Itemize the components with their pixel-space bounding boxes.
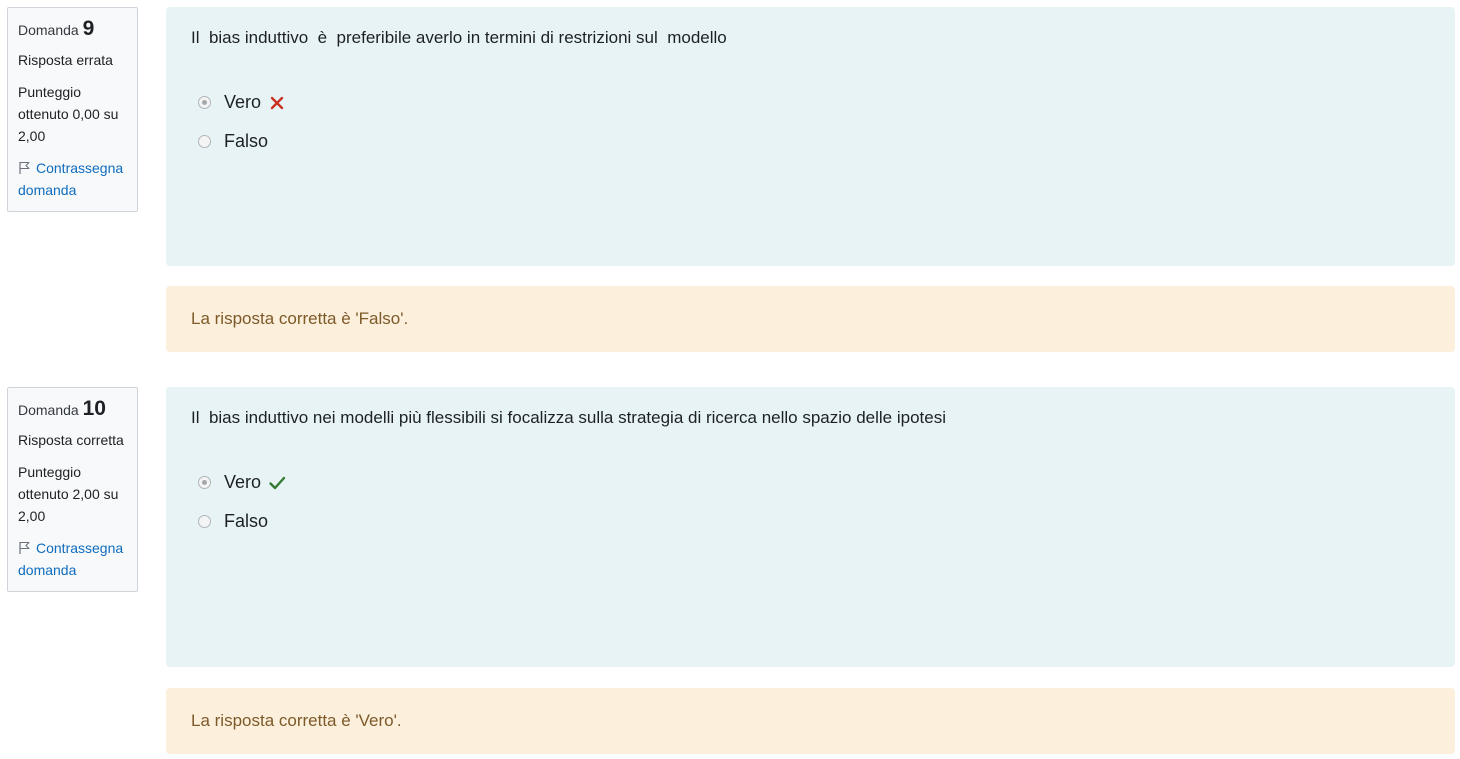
question-grade: Punteggio ottenuto 2,00 su 2,00 bbox=[18, 464, 119, 524]
answer-radio[interactable] bbox=[198, 135, 211, 148]
answer-options: Vero Falso bbox=[191, 463, 1430, 541]
answer-radio[interactable] bbox=[198, 515, 211, 528]
flag-icon bbox=[19, 541, 30, 554]
correct-answer-feedback: La risposta corretta è 'Falso'. bbox=[166, 286, 1455, 352]
question-number: Domanda 9 bbox=[18, 18, 127, 41]
answer-option-vero[interactable]: Vero bbox=[191, 83, 1430, 122]
question-text: Il bias induttivo nei modelli più flessi… bbox=[191, 408, 946, 427]
flag-icon bbox=[19, 161, 30, 174]
answer-radio[interactable] bbox=[198, 476, 211, 489]
question-number-label: Domanda bbox=[18, 402, 79, 418]
question-number-value: 9 bbox=[82, 17, 95, 40]
question-formulation: Il bias induttivo è preferibile averlo i… bbox=[166, 7, 1455, 266]
answer-radio[interactable] bbox=[198, 96, 211, 109]
question-number: Domanda 10 bbox=[18, 398, 127, 421]
answer-label: Falso bbox=[224, 131, 269, 151]
question-state: Risposta corretta bbox=[18, 432, 124, 448]
flag-question-link[interactable]: Contrassegna domanda bbox=[18, 157, 127, 201]
flag-question-link[interactable]: Contrassegna domanda bbox=[18, 537, 127, 581]
incorrect-icon bbox=[270, 96, 284, 109]
question-formulation: Il bias induttivo nei modelli più flessi… bbox=[166, 387, 1455, 667]
answer-label: Vero bbox=[224, 472, 262, 492]
question-grade: Punteggio ottenuto 0,00 su 2,00 bbox=[18, 84, 119, 144]
question-number-value: 10 bbox=[82, 397, 106, 420]
flag-question-label: Contrassegna domanda bbox=[18, 540, 124, 578]
question-info: Domanda 9 Risposta errata Punteggio otte… bbox=[7, 7, 138, 212]
answer-options: Vero Falso bbox=[191, 83, 1430, 161]
question-state: Risposta errata bbox=[18, 52, 113, 68]
answer-option-vero[interactable]: Vero bbox=[191, 463, 1430, 502]
answer-option-falso[interactable]: Falso bbox=[191, 122, 1430, 161]
question-text: Il bias induttivo è preferibile averlo i… bbox=[191, 28, 727, 47]
answer-option-falso[interactable]: Falso bbox=[191, 502, 1430, 541]
question-number-label: Domanda bbox=[18, 22, 79, 38]
answer-label: Vero bbox=[224, 92, 262, 112]
answer-label: Falso bbox=[224, 511, 269, 531]
question-info: Domanda 10 Risposta corretta Punteggio o… bbox=[7, 387, 138, 592]
flag-question-label: Contrassegna domanda bbox=[18, 160, 124, 198]
correct-answer-feedback: La risposta corretta è 'Vero'. bbox=[166, 688, 1455, 754]
correct-icon bbox=[269, 476, 286, 489]
